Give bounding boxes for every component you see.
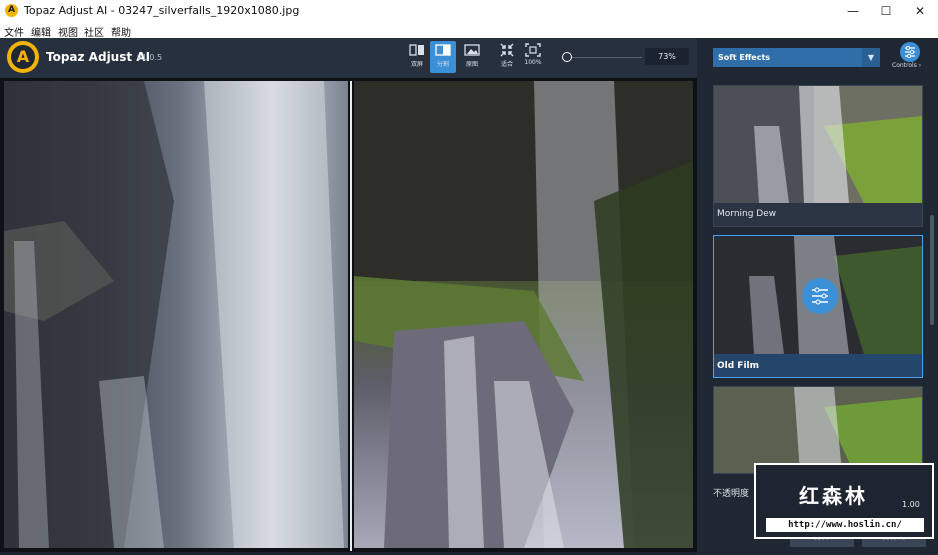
effect-card[interactable] [713, 386, 923, 474]
zoom-slider-track[interactable] [567, 57, 642, 58]
fit-button[interactable]: 适合 [494, 41, 520, 73]
watermark-overlay: 红森林 1.00 http://www.hoslin.cn/ [754, 463, 934, 539]
split-view-icon [435, 44, 451, 56]
watermark-text: 红森林 [799, 484, 868, 508]
zoom-value[interactable]: 73% [645, 48, 689, 65]
sliders-icon [905, 45, 915, 59]
topaz-logo: A [7, 41, 39, 73]
opacity-label: 不透明度 [713, 489, 750, 499]
menu-bar: 文件 编辑 视图 社区 帮助 [0, 22, 938, 39]
menu-item-file[interactable]: 文件 [4, 24, 24, 39]
app-version: v1.0.5 [137, 53, 163, 62]
actual-size-icon [525, 43, 541, 57]
effect-name: Morning Dew [717, 209, 777, 219]
toolbar: A Topaz Adjust AI v1.0.5 双屏 分割 原图 适合 100… [0, 38, 697, 78]
split-divider-handle[interactable] [349, 81, 353, 551]
close-icon[interactable]: ✕ [903, 0, 937, 22]
window-title: Topaz Adjust AI - 03247_silverfalls_1920… [24, 4, 300, 17]
waterfall-preview-image [354, 81, 693, 548]
fit-icon [500, 43, 514, 57]
app-name: Topaz Adjust AI [46, 50, 151, 64]
chevron-down-icon[interactable]: ▼ [862, 48, 880, 67]
effect-thumbnail [714, 86, 922, 203]
effect-thumbnail [714, 236, 922, 354]
dual-view-icon [409, 44, 424, 56]
dual-view-button[interactable]: 双屏 [404, 41, 430, 73]
controls-label[interactable]: Controls › [892, 62, 921, 69]
zoom-slider-handle[interactable] [562, 52, 572, 62]
app-icon: A [5, 4, 18, 17]
waterfall-original-image [4, 81, 344, 548]
original-view-button[interactable]: 原图 [459, 41, 485, 73]
controls-button[interactable] [900, 42, 920, 62]
split-view-button[interactable]: 分割 [430, 41, 456, 73]
actual-size-button[interactable]: 100% [520, 41, 546, 73]
effect-name: Old Film [717, 361, 760, 371]
menu-item-edit[interactable]: 编辑 [31, 24, 51, 39]
original-view-icon [464, 44, 480, 56]
panel-scrollbar-thumb[interactable] [930, 215, 934, 325]
effects-category-select[interactable]: Soft Effects [713, 48, 862, 67]
title-bar: A Topaz Adjust AI - 03247_silverfalls_19… [0, 0, 938, 22]
effect-card-morning-dew[interactable]: Morning Dew [713, 85, 923, 227]
preview-image-pane[interactable] [354, 81, 693, 548]
menu-item-view[interactable]: 视图 [58, 24, 78, 39]
menu-item-community[interactable]: 社区 [84, 24, 104, 39]
effect-card-old-film[interactable]: Old Film [713, 235, 923, 378]
maximize-icon[interactable]: ☐ [869, 0, 903, 22]
original-image-pane[interactable] [4, 81, 348, 548]
minimize-icon[interactable]: — [836, 0, 870, 22]
opacity-value[interactable]: 1.00 [902, 500, 920, 509]
menu-item-help[interactable]: 帮助 [111, 24, 131, 39]
effect-thumbnail [714, 387, 922, 473]
watermark-url: http://www.hoslin.cn/ [766, 518, 924, 532]
